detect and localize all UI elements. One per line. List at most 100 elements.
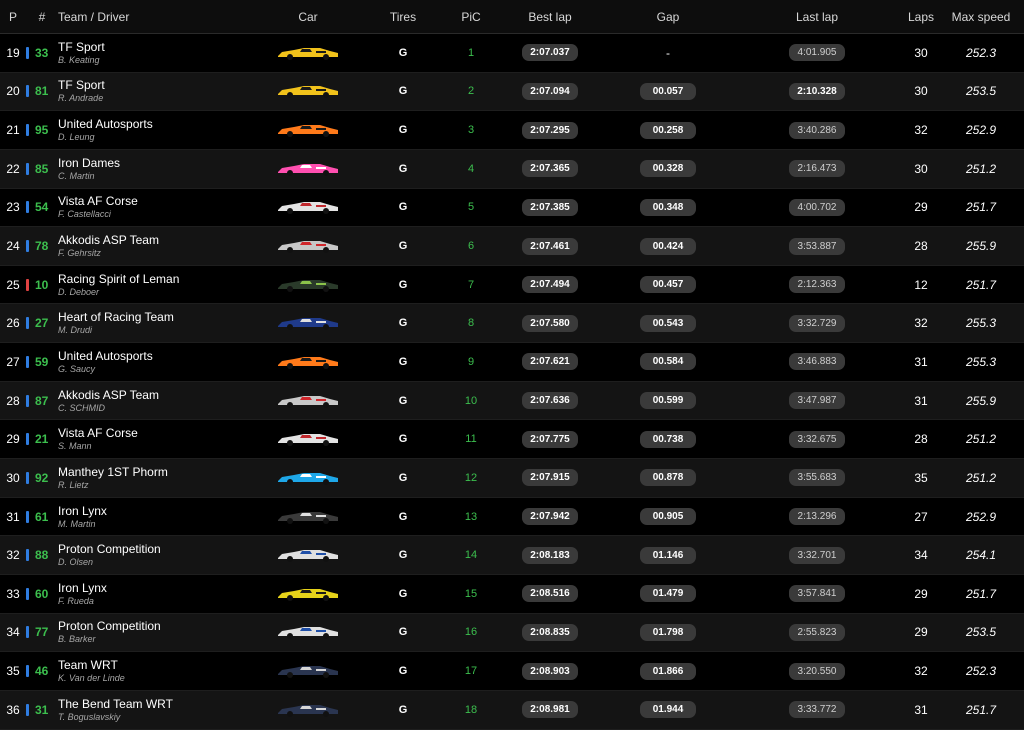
gap-cell: 01.944 (606, 690, 730, 729)
best-lap-time: 2:07.636 (522, 392, 578, 410)
driver-name[interactable]: C. Martin (58, 170, 258, 182)
table-row[interactable]: 22 85 Iron Dames C. Martin G 4 2:07.365 00.328 2… (0, 149, 1024, 189)
driver-name[interactable]: K. Van der Linde (58, 672, 258, 684)
col-header-max-speed[interactable]: Max speed (938, 0, 1024, 34)
gap-time: 00.348 (640, 198, 696, 216)
laps-count: 32 (914, 316, 928, 331)
table-row[interactable]: 33 60 Iron Lynx F. Rueda G 15 2:08.516 01.479 3:… (0, 574, 1024, 614)
driver-name[interactable]: M. Drudi (58, 324, 258, 336)
driver-name[interactable]: T. Boguslavskiy (58, 711, 258, 723)
driver-name[interactable]: S. Mann (58, 440, 258, 452)
table-row[interactable]: 28 87 Akkodis ASP Team C. SCHMID G 10 2:07.636… (0, 381, 1024, 420)
table-row[interactable]: 29 21 Vista AF Corse S. Mann G 11 2:07.775 00.7… (0, 419, 1024, 459)
driver-name[interactable]: R. Andrade (58, 92, 258, 104)
driver-name[interactable]: D. Olsen (58, 556, 258, 568)
table-row[interactable]: 35 46 Team WRT K. Van der Linde G 17 2:08.903 0… (0, 651, 1024, 691)
team-name[interactable]: Racing Spirit of Leman (58, 272, 258, 286)
team-name[interactable]: TF Sport (58, 78, 258, 92)
best-lap-cell: 2:07.365 (494, 149, 606, 188)
table-row[interactable]: 34 77 Proton Competition B. Barker G 16 2:08.8… (0, 613, 1024, 652)
team-name[interactable]: United Autosports (58, 349, 258, 363)
car-number-cell: 59 (26, 343, 58, 382)
laps-count: 29 (914, 200, 928, 215)
car-number-cell: 31 (26, 690, 58, 729)
laps-count: 30 (914, 161, 928, 176)
class-indicator-bar (26, 587, 29, 600)
col-header-pic[interactable]: PiC (448, 0, 494, 34)
table-row[interactable]: 19 33 TF Sport B. Keating G 1 2:07.037 - 4:01.90… (0, 33, 1024, 73)
table-row[interactable]: 26 27 Heart of Racing Team M. Drudi G 8 2:07.5… (0, 303, 1024, 343)
last-lap-cell: 4:01.905 (730, 34, 904, 73)
team-name[interactable]: Vista AF Corse (58, 194, 258, 208)
team-name[interactable]: Heart of Racing Team (58, 310, 258, 324)
best-lap-cell: 2:07.494 (494, 265, 606, 304)
team-name[interactable]: Akkodis ASP Team (58, 233, 258, 247)
tire-compound: G (398, 703, 408, 716)
last-lap-time: 3:53.887 (789, 237, 845, 255)
driver-name[interactable]: D. Deboer (58, 286, 258, 298)
team-name[interactable]: Iron Lynx (58, 504, 258, 518)
best-lap-cell: 2:08.516 (494, 574, 606, 613)
table-row[interactable]: 36 31 The Bend Team WRT T. Boguslavskiy G 18 2… (0, 690, 1024, 730)
team-name[interactable]: Vista AF Corse (58, 426, 258, 440)
car-image (278, 202, 338, 215)
team-name[interactable]: Proton Competition (58, 619, 258, 633)
last-lap-time: 3:46.883 (789, 353, 845, 371)
col-header-gap[interactable]: Gap (606, 0, 730, 34)
classification-table: P # Team / Driver Car Tires PiC Best lap… (0, 0, 1024, 730)
car-number: 81 (35, 84, 49, 99)
driver-name[interactable]: F. Gehrsitz (58, 247, 258, 259)
driver-name[interactable]: C. SCHMID (58, 402, 258, 414)
team-name[interactable]: TF Sport (58, 40, 258, 54)
col-header-last-lap[interactable]: Last lap (730, 0, 904, 34)
max-speed: 251.2 (965, 432, 997, 447)
table-row[interactable]: 25 10 Racing Spirit of Leman D. Deboer G 7 2:0… (0, 265, 1024, 304)
col-header-position[interactable]: P (0, 0, 26, 34)
best-lap-cell: 2:08.903 (494, 652, 606, 691)
last-lap-cell: 2:16.473 (730, 149, 904, 188)
driver-name[interactable]: R. Lietz (58, 479, 258, 491)
table-row[interactable]: 27 59 United Autosports G. Saucy G 9 2:07.621 0… (0, 342, 1024, 382)
car-number: 54 (35, 200, 49, 215)
table-row[interactable]: 23 54 Vista AF Corse F. Castellacci G 5 2:07.3… (0, 188, 1024, 227)
car-cell (258, 652, 358, 691)
col-header-team-driver[interactable]: Team / Driver (58, 0, 258, 34)
last-lap-time: 3:47.987 (789, 392, 845, 410)
team-name[interactable]: Manthey 1ST Phorm (58, 465, 258, 479)
table-row[interactable]: 31 61 Iron Lynx M. Martin G 13 2:07.942 00.905 2… (0, 497, 1024, 536)
driver-name[interactable]: D. Leung (58, 131, 258, 143)
last-lap-cell: 3:46.883 (730, 343, 904, 382)
table-row[interactable]: 32 88 Proton Competition D. Olsen G 14 2:08.18… (0, 535, 1024, 575)
last-lap-time: 3:32.701 (789, 546, 845, 564)
driver-name[interactable]: M. Martin (58, 518, 258, 530)
car-image (278, 86, 338, 99)
driver-name[interactable]: B. Barker (58, 633, 258, 645)
driver-name[interactable]: B. Keating (58, 54, 258, 66)
team-name[interactable]: Iron Dames (58, 156, 258, 170)
driver-name[interactable]: G. Saucy (58, 363, 258, 375)
table-row[interactable]: 24 78 Akkodis ASP Team F. Gehrsitz G 6 2:07.46… (0, 226, 1024, 266)
driver-name[interactable]: F. Castellacci (58, 208, 258, 220)
position: 23 (6, 200, 20, 215)
table-row[interactable]: 21 95 United Autosports D. Leung G 3 2:07.295 0… (0, 110, 1024, 150)
team-name[interactable]: Iron Lynx (58, 581, 258, 595)
team-name[interactable]: Akkodis ASP Team (58, 388, 258, 402)
car-image (278, 434, 338, 447)
table-row[interactable]: 30 92 Manthey 1ST Phorm R. Lietz G 12 2:07.915… (0, 458, 1024, 498)
laps-count: 34 (914, 548, 928, 563)
team-name[interactable]: The Bend Team WRT (58, 697, 258, 711)
team-name[interactable]: Proton Competition (58, 542, 258, 556)
col-header-laps[interactable]: Laps (904, 0, 938, 34)
max-speed: 251.2 (965, 161, 997, 176)
col-header-best-lap[interactable]: Best lap (494, 0, 606, 34)
tire-compound: G (398, 355, 408, 368)
team-name[interactable]: United Autosports (58, 117, 258, 131)
team-driver-cell: Iron Lynx F. Rueda (58, 574, 258, 613)
col-header-number[interactable]: # (26, 0, 58, 34)
best-lap-time: 2:08.183 (522, 546, 578, 564)
col-header-tires[interactable]: Tires (358, 0, 448, 34)
driver-name[interactable]: F. Rueda (58, 595, 258, 607)
team-name[interactable]: Team WRT (58, 658, 258, 672)
col-header-car[interactable]: Car (258, 0, 358, 34)
table-row[interactable]: 20 81 TF Sport R. Andrade G 2 2:07.094 00.057 2:… (0, 72, 1024, 111)
